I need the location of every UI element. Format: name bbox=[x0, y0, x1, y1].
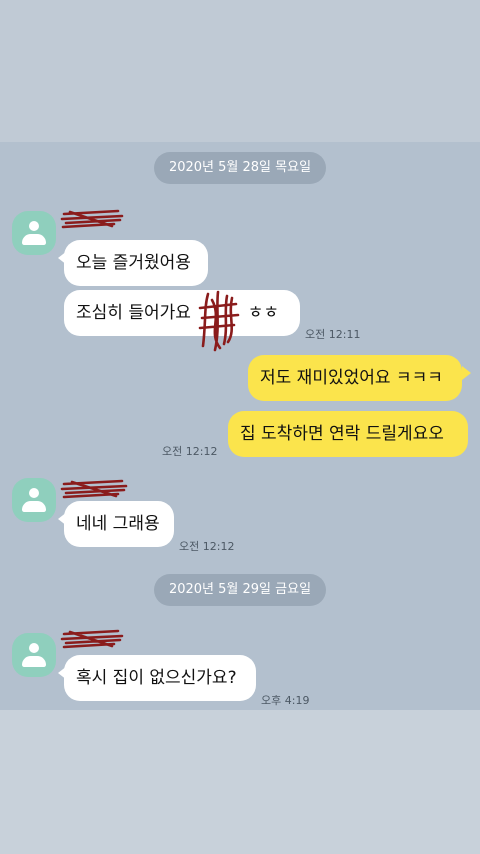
outgoing-message[interactable]: 저도 재미있었어요 ㅋㅋㅋ bbox=[248, 355, 462, 401]
default-profile-icon bbox=[29, 643, 39, 653]
profile-avatar[interactable] bbox=[12, 478, 56, 522]
default-profile-icon bbox=[29, 221, 39, 231]
redacted-sender-name bbox=[60, 629, 124, 649]
message-timestamp: 오전 12:11 bbox=[305, 328, 361, 341]
message-text: 조심히 들어가요 bbox=[76, 303, 191, 323]
redacted-sender-name bbox=[60, 209, 124, 229]
message-timestamp: 오전 12:12 bbox=[179, 540, 235, 553]
date-separator: 2020년 5월 28일 목요일 bbox=[154, 152, 326, 184]
incoming-message[interactable]: 조심히 들어가요 ㅎㅎ bbox=[64, 290, 300, 336]
message-timestamp: 오전 12:12 bbox=[162, 445, 218, 458]
message-timestamp: 오후 4:19 bbox=[261, 694, 310, 707]
outgoing-message[interactable]: 집 도착하면 연락 드릴게요오 bbox=[228, 411, 468, 457]
profile-avatar[interactable] bbox=[12, 211, 56, 255]
date-separator: 2020년 5월 29일 금요일 bbox=[154, 574, 326, 606]
incoming-message[interactable]: 오늘 즐거웠어용 bbox=[64, 240, 208, 286]
default-profile-icon bbox=[29, 488, 39, 498]
profile-avatar[interactable] bbox=[12, 633, 56, 677]
message-text-suffix: ㅎㅎ bbox=[247, 303, 279, 323]
redacted-text bbox=[198, 290, 240, 352]
top-margin bbox=[0, 0, 480, 142]
incoming-message[interactable]: 네네 그래용 bbox=[64, 501, 174, 547]
bottom-margin bbox=[0, 710, 480, 854]
redacted-sender-name bbox=[60, 479, 128, 499]
incoming-message[interactable]: 혹시 집이 없으신가요? bbox=[64, 655, 256, 701]
